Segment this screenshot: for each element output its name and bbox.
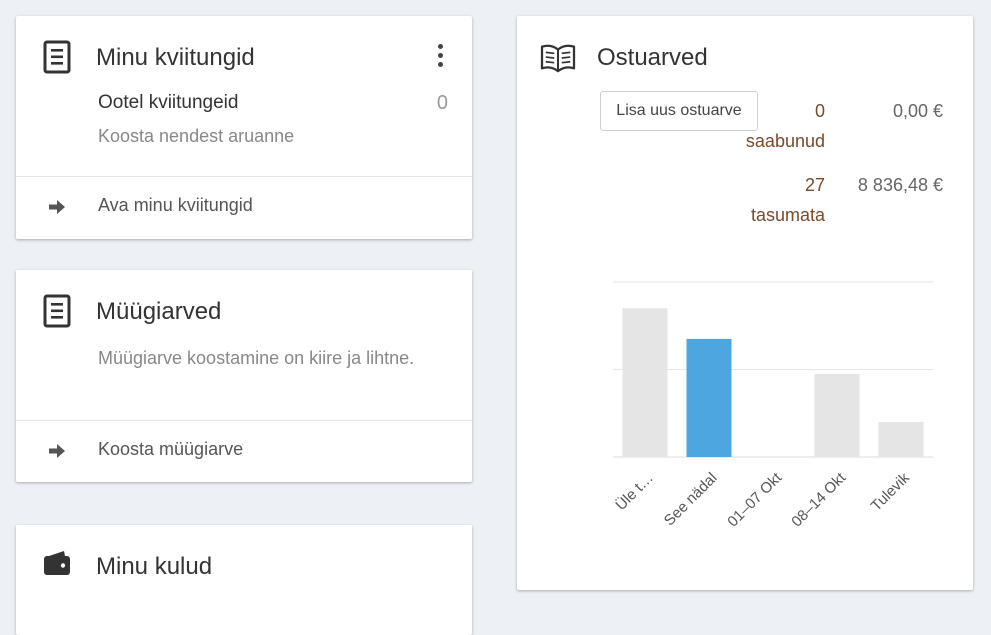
chart-x-tick-label[interactable]: See nädal [661, 469, 721, 529]
unpaid-amount: 8 836,48 € [857, 175, 943, 195]
arrow-right-icon [49, 444, 65, 458]
expenses-card-header: Minu kulud [16, 525, 472, 605]
chart-x-tick-label[interactable]: Tulevik [868, 469, 913, 514]
pending-receipts-label: Ootel kviitungeid [98, 92, 239, 113]
purchases-card-header: Ostuarved [517, 16, 973, 96]
receipts-card: Minu kviitungid Ootel kviitungeid 0 Koos… [16, 16, 472, 239]
create-sales-invoice-label: Koosta müügiarve [98, 439, 244, 459]
receipts-card-title: Minu kviitungid [96, 44, 255, 71]
sales-card-title: Müügiarved [96, 298, 222, 325]
open-receipts-link[interactable]: Ava minu kviitungid [16, 177, 472, 237]
pending-receipts-hint: Koosta nendest aruanne [98, 126, 295, 146]
expenses-card-title: Minu kulud [96, 553, 213, 580]
chart-bar[interactable] [878, 422, 924, 457]
chart-x-tick-label[interactable]: 01–07 Okt [724, 469, 785, 530]
chart-bar[interactable] [622, 308, 668, 457]
open-book-icon [540, 44, 576, 73]
sales-card-header: Müügiarved [16, 270, 472, 350]
purchases-card-title: Ostuarved [597, 44, 708, 71]
add-purchase-invoice-button[interactable]: Lisa uus ostuarve [600, 91, 758, 131]
sales-card-description: Müügiarve koostamine on kiire ja lihtne. [98, 348, 415, 368]
receipts-card-header: Minu kviitungid [16, 16, 472, 96]
more-vertical-icon[interactable] [430, 42, 450, 70]
received-label[interactable]: saabunud [746, 131, 825, 152]
document-list-icon [43, 40, 71, 74]
open-receipts-label: Ava minu kviitungid [98, 195, 253, 215]
chart-x-tick-label[interactable]: Üle t… [613, 469, 657, 513]
unpaid-label[interactable]: tasumata [751, 205, 825, 226]
sales-invoices-card: Müügiarved Müügiarve koostamine on kiire… [16, 270, 472, 482]
chart-x-tick-label[interactable]: 08–14 Okt [788, 469, 849, 530]
received-count[interactable]: 0 [815, 101, 825, 122]
received-amount: 0,00 € [892, 101, 943, 121]
create-sales-invoice-link[interactable]: Koosta müügiarve [16, 421, 472, 481]
chart-bar[interactable] [686, 338, 732, 457]
pending-receipts-count: 0 [436, 92, 448, 114]
chart-bar[interactable] [814, 373, 860, 457]
arrow-right-icon [49, 200, 65, 214]
purchase-invoices-card: Ostuarved Lisa uus ostuarve 0 0,00 € saa… [517, 16, 973, 590]
document-list-icon [43, 294, 71, 328]
unpaid-count[interactable]: 27 [805, 175, 825, 196]
expenses-card: Minu kulud [16, 525, 472, 635]
wallet-icon [44, 551, 70, 575]
